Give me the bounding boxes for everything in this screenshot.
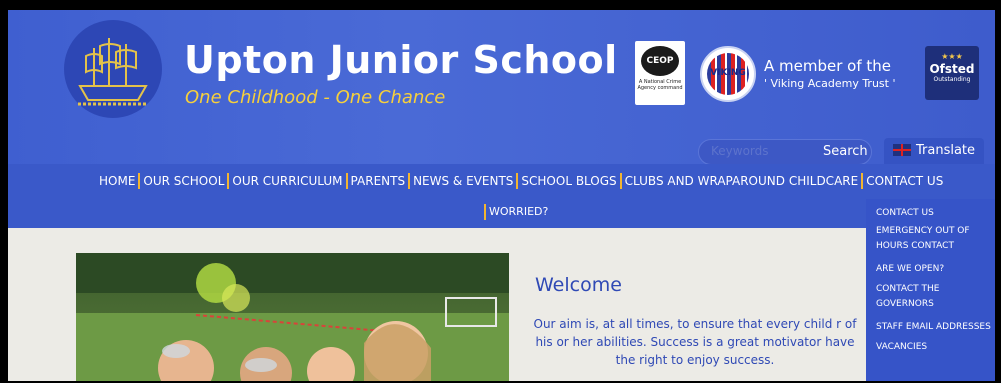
nav-item-clubs-childcare[interactable]: CLUBS AND WRAPAROUND CHILDCARE [619, 173, 862, 189]
viking-logo-text: VIKING [710, 68, 746, 78]
translate-label: Translate [916, 143, 976, 158]
dropdown-item-staff-email[interactable]: STAFF EMAIL ADDRESSES [876, 320, 995, 335]
ofsted-rating: Outstanding [933, 76, 971, 83]
welcome-heading: Welcome [535, 274, 622, 296]
contact-us-dropdown: CONTACT US EMERGENCY OUT OF HOURS CONTAC… [866, 199, 995, 381]
ceop-caption: A National Crime Agency command [637, 79, 683, 91]
school-name-title[interactable]: Upton Junior School [184, 38, 618, 82]
ceop-logo-icon: CEOP [641, 46, 679, 76]
ofsted-outstanding-badge[interactable]: ★★★ Ofsted Outstanding [925, 46, 979, 100]
nav-item-parents[interactable]: PARENTS [345, 173, 409, 189]
nav-item-worried[interactable]: WORRIED? [484, 204, 551, 220]
trust-member-text: A member of the [764, 57, 892, 75]
stars-icon: ★★★ [941, 52, 963, 61]
translate-button[interactable]: Translate [884, 138, 984, 164]
search-input[interactable]: Keywords [711, 144, 769, 158]
nav-item-our-curriculum[interactable]: OUR CURRICULUM [227, 173, 345, 189]
dropdown-item-emergency-contact[interactable]: EMERGENCY OUT OF HOURS CONTACT [876, 224, 994, 254]
nav-row: HOME OUR SCHOOL OUR CURRICULUM PARENTS NEWS … [96, 173, 946, 189]
nav-item-news-events[interactable]: NEWS & EVENTS [408, 173, 516, 189]
site-header: Upton Junior School One Childhood - One … [8, 10, 995, 165]
dropdown-item-are-we-open[interactable]: ARE WE OPEN? [876, 262, 995, 277]
nav-item-our-school[interactable]: OUR SCHOOL [138, 173, 227, 189]
dropdown-item-vacancies[interactable]: VACANCIES [876, 340, 995, 355]
viking-academy-logo[interactable]: VIKING [700, 46, 756, 102]
school-crest-logo[interactable] [64, 20, 162, 118]
children-photo-image [76, 253, 509, 381]
ship-icon [78, 38, 148, 106]
nav-item-school-blogs[interactable]: SCHOOL BLOGS [516, 173, 619, 189]
welcome-text: Our aim is, at all times, to ensure that… [533, 317, 857, 367]
dropdown-item-contact-governors[interactable]: CONTACT THE GOVERNORS [876, 282, 976, 312]
nav-item-contact-us[interactable]: CONTACT US [861, 173, 946, 189]
ofsted-name: Ofsted [929, 62, 975, 76]
search-button[interactable]: Search [823, 144, 868, 159]
school-motto: One Childhood - One Chance [185, 87, 446, 108]
nav-item-home[interactable]: HOME [96, 173, 138, 189]
uk-flag-icon [893, 144, 911, 156]
page-frame: Upton Junior School One Childhood - One … [8, 10, 995, 381]
search-box[interactable]: Keywords Search [698, 139, 872, 165]
nav-row-2: WORRIED? [484, 204, 551, 220]
trust-name-text: ' Viking Academy Trust ' [764, 77, 896, 90]
main-navigation: HOME OUR SCHOOL OUR CURRICULUM PARENTS NEWS … [8, 164, 995, 228]
hero-photo [76, 253, 509, 381]
dropdown-item-contact-us[interactable]: CONTACT US [876, 206, 995, 221]
ceop-badge[interactable]: CEOP A National Crime Agency command [635, 41, 685, 105]
